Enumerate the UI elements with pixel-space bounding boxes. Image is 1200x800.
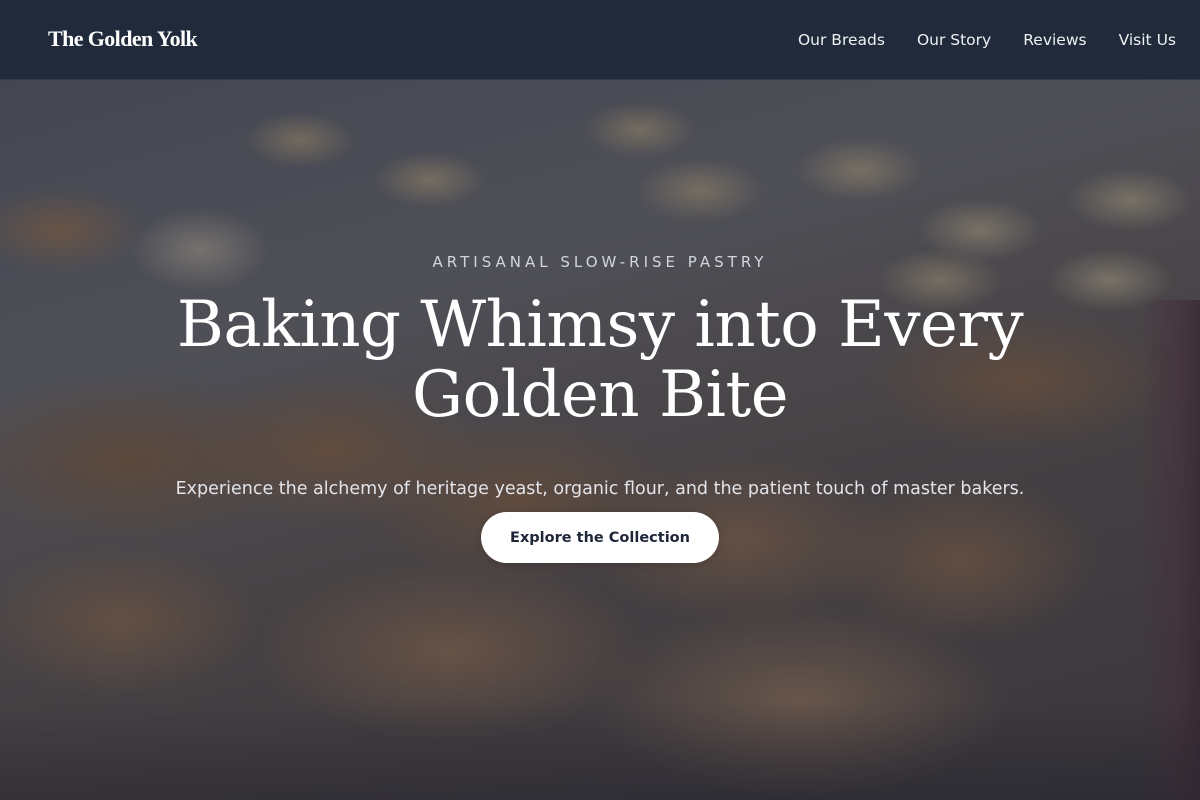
hero-headline: Baking Whimsy into Every Golden Bite — [176, 288, 1024, 432]
hero-subheadline: Experience the alchemy of heritage yeast… — [175, 478, 1025, 499]
hero-section: ARTISANAL SLOW-RISE PASTRY Baking Whimsy… — [0, 0, 1200, 800]
explore-collection-button[interactable]: Explore the Collection — [481, 512, 719, 563]
hero-eyebrow: ARTISANAL SLOW-RISE PASTRY — [432, 253, 768, 271]
landing-page: The Golden Yolk Our Breads Our Story Rev… — [0, 0, 1200, 800]
